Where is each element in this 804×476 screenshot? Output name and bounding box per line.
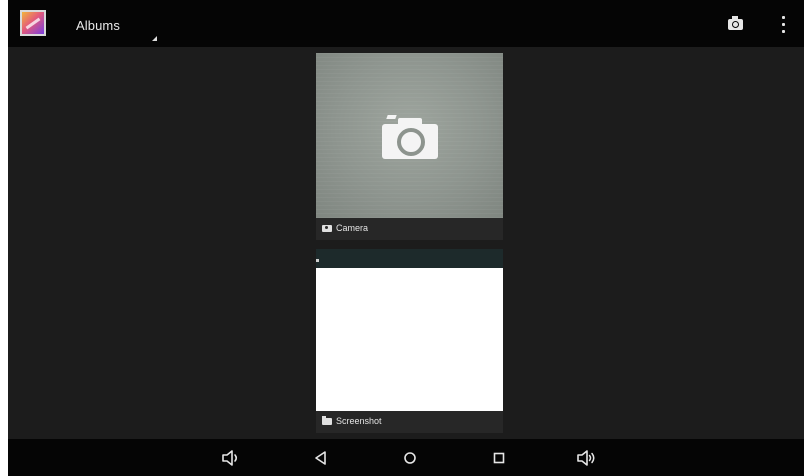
home-icon: [404, 452, 416, 464]
spinner-label: Albums: [76, 18, 120, 33]
recents-button[interactable]: [488, 447, 510, 469]
thumbnail-status-strip: [316, 249, 503, 268]
back-icon: [315, 451, 326, 465]
back-button[interactable]: [310, 447, 332, 469]
overflow-dot: [782, 23, 785, 26]
camera-button[interactable]: [721, 13, 751, 37]
album-label-bar: Screenshot: [316, 411, 503, 433]
volume-up-icon: [577, 450, 595, 466]
gallery-app-icon[interactable]: [20, 10, 46, 36]
camera-icon: [728, 16, 743, 30]
overflow-menu-button[interactable]: [776, 13, 792, 35]
album-tile-screenshot[interactable]: Screenshot: [316, 249, 503, 433]
album-name: Camera: [336, 223, 369, 233]
camera-placeholder-icon: [382, 115, 438, 159]
album-thumbnail: [316, 53, 503, 218]
overflow-dot: [782, 30, 785, 33]
albums-spinner[interactable]: Albums: [70, 8, 170, 46]
volume-up-button[interactable]: [576, 447, 598, 469]
device-frame: Albums Camera Screenshot: [0, 0, 804, 476]
album-thumbnail: [316, 249, 503, 411]
home-button[interactable]: [399, 447, 421, 469]
album-name: Screenshot: [336, 416, 382, 426]
volume-down-button[interactable]: [220, 447, 242, 469]
camera-icon: [322, 225, 332, 232]
overflow-menu-icon: [782, 16, 785, 19]
navigation-bar: [8, 439, 804, 476]
volume-down-icon: [222, 450, 238, 466]
album-label-bar: Camera: [316, 218, 503, 240]
folder-icon: [322, 416, 332, 425]
thumbnail-status-dot: [316, 259, 319, 262]
gallery-screen: Albums Camera Screenshot: [8, 0, 804, 476]
spinner-dropdown-icon: [152, 36, 157, 41]
recents-icon: [493, 452, 505, 464]
action-bar: Albums: [8, 0, 804, 47]
album-tile-camera[interactable]: Camera: [316, 53, 503, 242]
